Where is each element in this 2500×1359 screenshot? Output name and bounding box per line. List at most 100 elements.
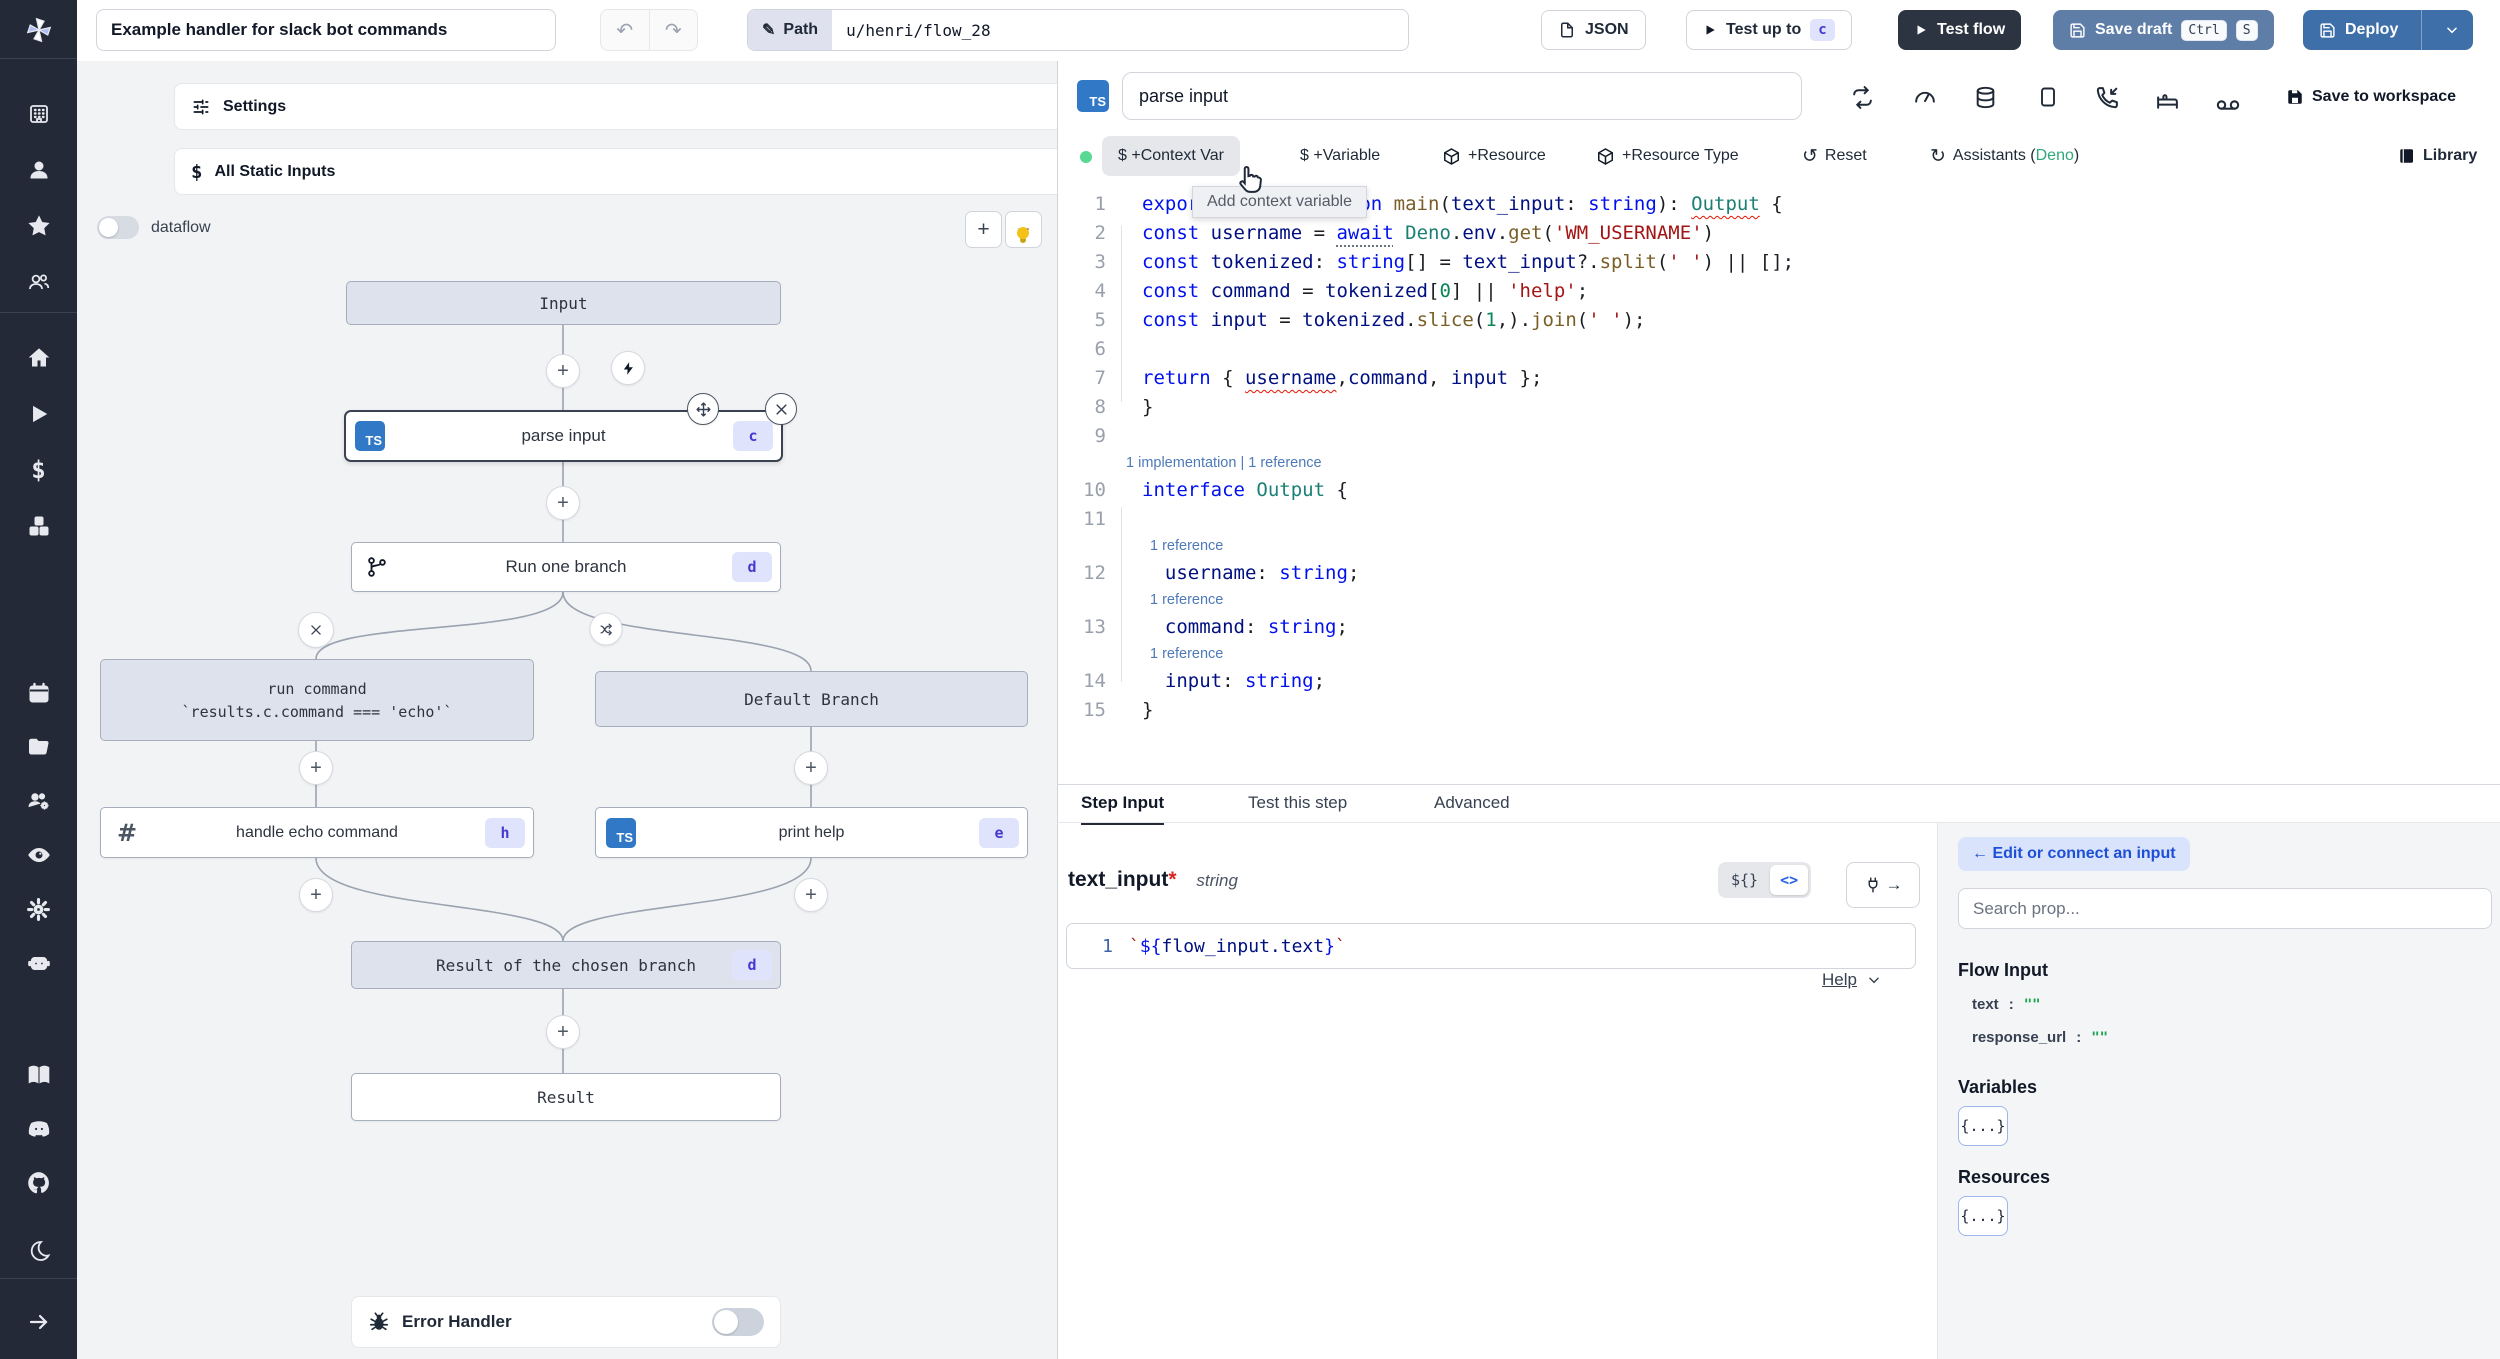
code-mode-option[interactable]: <> [1770, 865, 1809, 895]
redo-button[interactable]: ↷ [650, 10, 698, 50]
add-variable-button[interactable]: $ +Variable [1300, 136, 1380, 176]
sidebar-item-variables[interactable]: $ [0, 448, 77, 492]
error-handler-row[interactable]: Error Handler [351, 1296, 781, 1348]
sidebar-divider [0, 1278, 77, 1279]
connect-input-button[interactable]: → [1846, 862, 1920, 908]
test-flow-button[interactable]: Test flow [1898, 10, 2022, 50]
sidebar-item-docs[interactable] [0, 1053, 77, 1097]
test-up-to-button[interactable]: Test up to c [1686, 10, 1852, 50]
undo-redo-group: ↶ ↷ [600, 9, 698, 51]
tab-test-this-step[interactable]: Test this step [1248, 784, 1347, 822]
path-label-segment: ✎ Path [748, 10, 833, 50]
undo-button[interactable]: ↶ [601, 10, 650, 50]
sidebar-divider [0, 58, 77, 59]
add-step-icon[interactable]: + [546, 1015, 580, 1049]
add-context-var-button[interactable]: $ +Context Var [1102, 136, 1240, 176]
prop-row-text[interactable]: text : "" [1972, 996, 2041, 1013]
sidebar-item-favorites[interactable] [0, 204, 77, 248]
sidebar-item-github[interactable] [0, 1161, 77, 1205]
http-route-icon[interactable] [2036, 85, 2060, 109]
save-draft-button[interactable]: Save draft Ctrl S [2053, 10, 2274, 50]
add-resource-type-button[interactable]: +Resource Type [1596, 136, 1739, 176]
delete-step-icon[interactable] [765, 393, 797, 425]
phone-incoming-icon[interactable] [2095, 85, 2120, 110]
library-button[interactable]: Library [2398, 136, 2477, 176]
search-prop-input[interactable]: Search prop... [1958, 888, 2492, 929]
template-mode-option[interactable]: ${} [1721, 865, 1768, 895]
windmill-logo-icon[interactable] [0, 8, 77, 52]
sidebar-item-audit-logs[interactable] [0, 833, 77, 877]
sidebar-item-discord[interactable] [0, 1107, 77, 1151]
sidebar-item-home[interactable] [0, 336, 77, 380]
field-type: string [1196, 871, 1238, 890]
variables-object-chip[interactable]: {...} [1958, 1106, 2008, 1146]
voicemail-icon[interactable] [2215, 92, 2241, 118]
input-expression-editor[interactable]: 1 `${flow_input.text}` [1066, 923, 1916, 969]
tooltip: Add context variable [1192, 186, 1367, 218]
add-step-icon[interactable]: + [299, 878, 333, 912]
input-expression: `${flow_input.text}` [1129, 935, 1346, 957]
prop-row-response-url[interactable]: response_url : "" [1972, 1029, 2108, 1046]
error-handler-toggle[interactable] [712, 1308, 764, 1336]
sidebar-item-workspace[interactable] [0, 92, 77, 136]
assistants-language: Deno [2035, 147, 2074, 164]
slack-icon: # [117, 818, 138, 847]
error-handler-label: Error Handler [402, 1312, 512, 1331]
remove-branch-icon[interactable] [298, 612, 334, 648]
resources-object-chip[interactable]: {...} [1958, 1196, 2008, 1236]
add-step-icon[interactable]: + [794, 751, 828, 785]
indent-guide [1121, 226, 1122, 402]
database-icon[interactable] [1973, 85, 1998, 110]
edit-or-connect-button[interactable]: ← Edit or connect an input [1958, 837, 2190, 871]
assistants-button[interactable]: ↻ Assistants (Deno) [1930, 136, 2079, 176]
tab-advanced[interactable]: Advanced [1434, 784, 1510, 822]
sidebar-item-runs[interactable] [0, 392, 77, 436]
flow-node-run-one-branch[interactable]: Run one branch d [351, 542, 781, 592]
sidebar-item-dark-mode[interactable] [0, 1229, 77, 1273]
step-id-badge: d [732, 552, 772, 582]
flow-node-default-branch[interactable]: Default Branch [595, 671, 1028, 727]
flow-node-run-command-branch[interactable]: run command `results.c.command === 'echo… [100, 659, 534, 741]
flow-node-parse-input[interactable]: TS parse input c [344, 410, 783, 462]
trigger-zap-icon[interactable] [611, 351, 645, 385]
sidebar-item-ai-assistant[interactable] [0, 941, 77, 985]
path-field[interactable]: ✎ Path u/henri/flow_28 [747, 9, 1409, 51]
json-button[interactable]: JSON [1541, 10, 1646, 50]
tab-step-input[interactable]: Step Input [1081, 784, 1165, 825]
sidebar-item-user[interactable] [0, 148, 77, 192]
field-name: text_input* string [1068, 868, 1238, 891]
sidebar-item-resources[interactable] [0, 504, 77, 548]
swap-branches-icon[interactable] [589, 612, 623, 646]
deploy-button[interactable]: Deploy [2303, 10, 2474, 50]
flow-node-print-help[interactable]: TS print help e [595, 807, 1028, 858]
sidebar-item-workers[interactable] [0, 779, 77, 823]
add-step-icon[interactable]: + [794, 878, 828, 912]
sync-icon[interactable] [1850, 85, 1875, 110]
flow-node-branch-result[interactable]: Result of the chosen branch d [351, 941, 781, 989]
flow-node-input[interactable]: Input [346, 281, 781, 325]
sidebar-expand-icon[interactable] [0, 1300, 77, 1344]
add-step-icon[interactable]: + [546, 486, 580, 520]
flow-title-input[interactable]: Example handler for slack bot commands [96, 9, 556, 51]
move-step-icon[interactable] [687, 393, 719, 425]
reset-button[interactable]: ↺ Reset [1802, 136, 1867, 176]
required-asterisk: * [1168, 868, 1177, 891]
flow-node-result[interactable]: Result [351, 1073, 781, 1121]
deploy-dropdown-button[interactable] [2431, 23, 2473, 37]
gauge-icon[interactable] [1912, 85, 1937, 110]
kafka-icon[interactable] [2155, 88, 2180, 113]
add-resource-button[interactable]: +Resource [1442, 136, 1546, 176]
flow-node-handle-echo-command[interactable]: # handle echo command h [100, 807, 534, 858]
add-step-icon[interactable]: + [299, 751, 333, 785]
code-editor[interactable]: 1export async function main(text_input: … [1017, 190, 2457, 725]
flow-canvas[interactable]: Settings $ All Static Inputs dataflow + … [77, 61, 1114, 1359]
save-to-workspace-button[interactable]: Save to workspace [2286, 88, 2456, 106]
step-name-input[interactable]: parse input [1122, 72, 1802, 120]
add-step-icon[interactable]: + [546, 354, 580, 388]
sidebar-item-schedules[interactable] [0, 671, 77, 715]
sidebar-item-folders[interactable] [0, 725, 77, 769]
sidebar-item-groups[interactable] [0, 260, 77, 304]
undo-icon: ↺ [1802, 145, 1818, 167]
sidebar-item-settings[interactable] [0, 887, 77, 931]
help-link[interactable]: Help [1822, 970, 1881, 990]
